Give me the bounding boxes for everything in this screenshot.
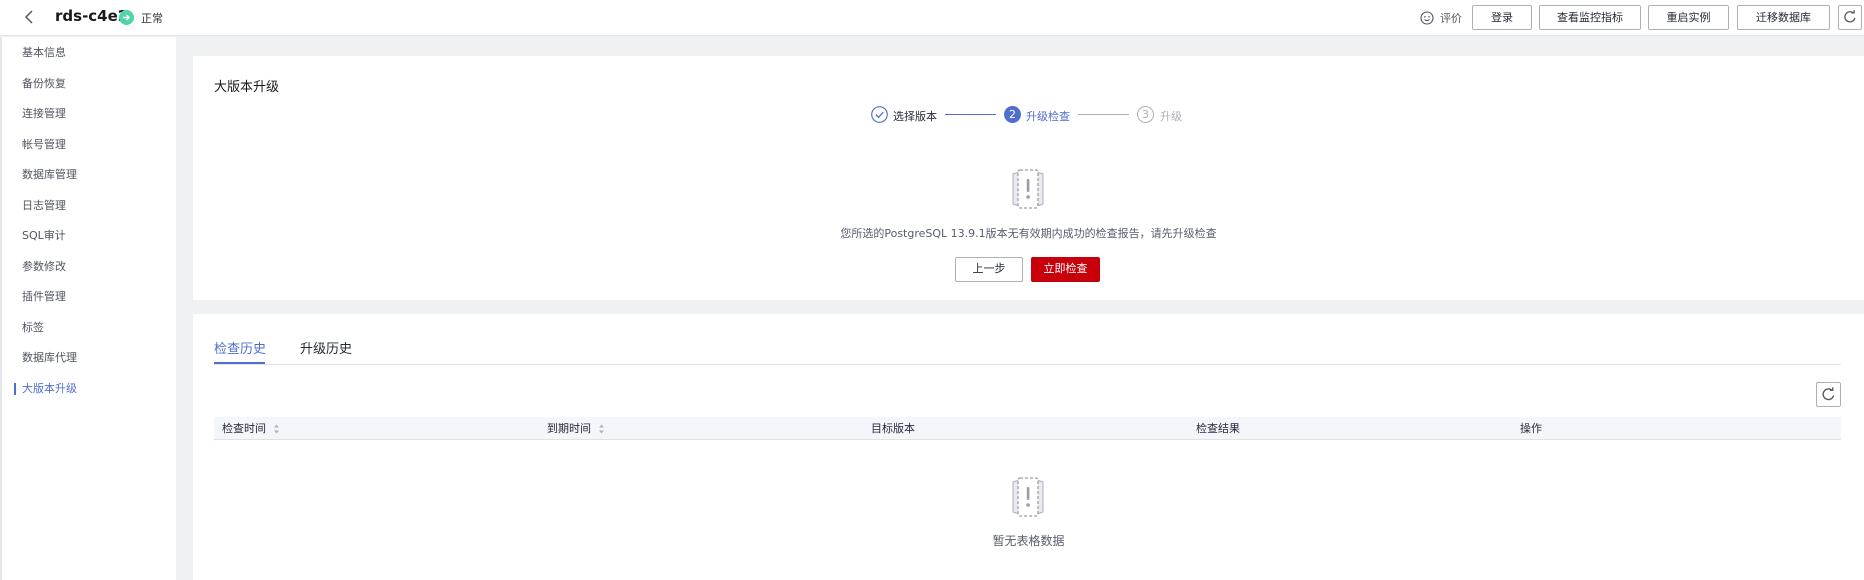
back-arrow-icon[interactable] <box>22 9 38 25</box>
step-2-number: 2 <box>1009 108 1016 121</box>
sidebar-item-major-upgrade[interactable]: 大版本升级 <box>2 377 176 401</box>
check-now-button[interactable]: 立即检查 <box>1031 257 1100 282</box>
step-1-label: 选择版本 <box>893 110 937 123</box>
upgrade-card: 大版本升级 选择版本 2 升级检查 3 升级 您所选的PostgreSQL 13… <box>193 56 1864 300</box>
column-expire-time[interactable]: 到期时间 <box>547 417 591 440</box>
previous-step-button[interactable]: 上一步 <box>955 257 1023 282</box>
active-indicator <box>14 383 16 395</box>
status-text: 正常 <box>141 12 163 25</box>
instance-name: rds-c4e2 <box>55 7 129 25</box>
tab-check-history[interactable]: 检查历史 <box>214 338 266 357</box>
empty-table-text: 暂无表格数据 <box>992 534 1065 548</box>
sidebar-item-databases[interactable]: 数据库管理 <box>2 163 176 187</box>
refresh-icon <box>1822 387 1835 401</box>
sort-icon[interactable] <box>273 424 280 434</box>
sidebar-item-logs[interactable]: 日志管理 <box>2 194 176 218</box>
history-card: 检查历史 升级历史 检查时间 到期时间 目标版本 检查结果 操作 暂无表格数据 <box>193 314 1864 580</box>
sidebar-item-label: 大版本升级 <box>22 382 77 395</box>
header-refresh-button[interactable] <box>1838 5 1862 30</box>
sidebar-item-db-proxy[interactable]: 数据库代理 <box>2 346 176 370</box>
step-3-label: 升级 <box>1160 110 1182 123</box>
sidebar-item-accounts[interactable]: 帐号管理 <box>2 133 176 157</box>
sidebar-item-backup-restore[interactable]: 备份恢复 <box>2 72 176 96</box>
table-refresh-button[interactable] <box>1816 382 1841 407</box>
status-ok-icon <box>119 10 134 25</box>
column-target-version: 目标版本 <box>871 422 915 435</box>
sidebar-item-tags[interactable]: 标签 <box>2 316 176 340</box>
upgrade-title: 大版本升级 <box>214 80 280 95</box>
step-connector-1 <box>945 114 996 115</box>
sidebar-item-connection[interactable]: 连接管理 <box>2 102 176 126</box>
restart-instance-button[interactable]: 重启实例 <box>1648 5 1729 30</box>
column-actions: 操作 <box>1520 422 1542 435</box>
rate-link[interactable]: 评价 <box>1440 10 1462 26</box>
step-3-circle: 3 <box>1137 106 1154 123</box>
step-2-circle: 2 <box>1004 106 1021 123</box>
refresh-icon <box>1844 10 1856 23</box>
view-metrics-button[interactable]: 查看监控指标 <box>1539 5 1641 30</box>
check-circle-icon <box>871 106 888 123</box>
sidebar-item-basic-info[interactable]: 基本信息 <box>2 41 176 65</box>
page-header: rds-c4e2 正常 评价 登录 查看监控指标 重启实例 迁移数据库 <box>0 0 1864 36</box>
step-3-number: 3 <box>1142 108 1149 121</box>
table-header: 检查时间 到期时间 目标版本 检查结果 操作 <box>214 417 1841 440</box>
migrate-database-button[interactable]: 迁移数据库 <box>1737 5 1830 30</box>
empty-doc-icon <box>1012 169 1044 209</box>
tab-upgrade-history[interactable]: 升级历史 <box>300 338 352 357</box>
upgrade-check-message: 您所选的PostgreSQL 13.9.1版本无有效期内成功的检查报告，请先升级… <box>840 227 1217 240</box>
sidebar-item-plugins[interactable]: 插件管理 <box>2 285 176 309</box>
column-check-result: 检查结果 <box>1196 422 1240 435</box>
sort-icon[interactable] <box>598 424 605 434</box>
smile-icon[interactable] <box>1420 11 1434 25</box>
empty-doc-icon <box>1012 477 1044 517</box>
column-check-time[interactable]: 检查时间 <box>222 417 266 440</box>
tabs-divider <box>214 364 1841 365</box>
sidebar-item-sql-audit[interactable]: SQL审计 <box>2 224 176 248</box>
login-button[interactable]: 登录 <box>1472 5 1532 30</box>
step-connector-2 <box>1078 114 1129 115</box>
sidebar: 基本信息 备份恢复 连接管理 帐号管理 数据库管理 日志管理 SQL审计 参数修… <box>0 37 176 580</box>
sidebar-item-parameters[interactable]: 参数修改 <box>2 255 176 279</box>
active-tab-underline <box>214 362 265 364</box>
step-2-label: 升级检查 <box>1026 110 1070 123</box>
